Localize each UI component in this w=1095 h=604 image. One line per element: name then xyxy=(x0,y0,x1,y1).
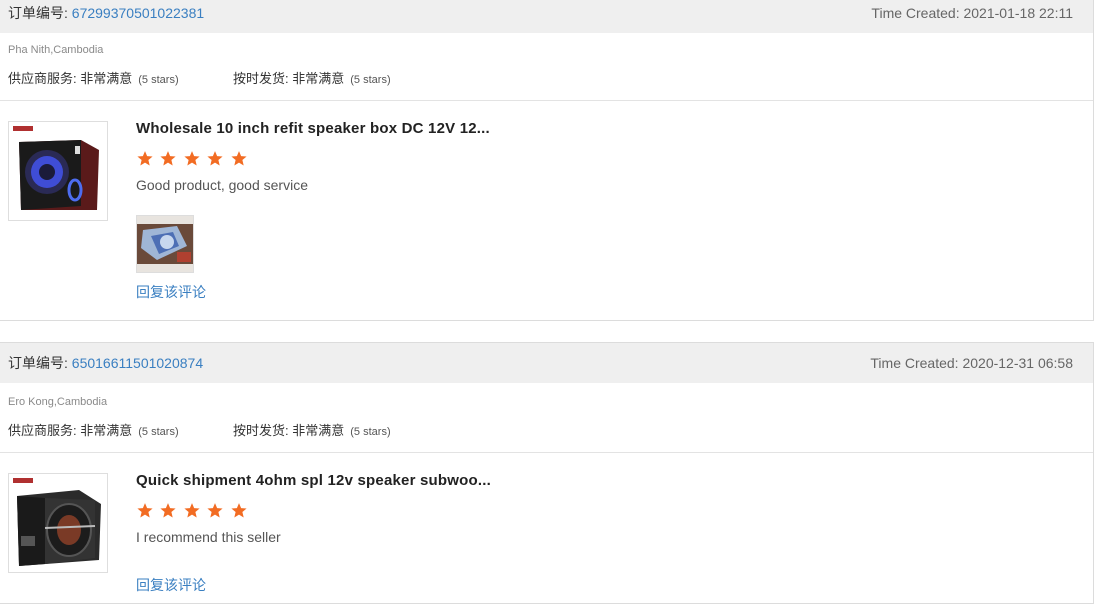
review-comment: Good product, good service xyxy=(136,177,308,193)
review-card: 订单编号: 65016611501020874 Time Created: 20… xyxy=(0,342,1094,604)
divider xyxy=(0,100,1093,101)
shipping-value: 非常满意 xyxy=(292,423,345,438)
order-header: 订单编号: 65016611501020874 Time Created: 20… xyxy=(0,343,1093,383)
shipping-stars: (5 stars) xyxy=(350,426,391,438)
review-photo[interactable] xyxy=(136,215,194,273)
star-icon xyxy=(184,151,200,166)
supplier-service-label: 供应商服务: xyxy=(8,423,77,438)
shipping-label: 按时发货: xyxy=(233,71,289,86)
order-number-link[interactable]: 65016611501020874 xyxy=(72,355,203,371)
review-card: 订单编号: 67299370501022381 Time Created: 20… xyxy=(0,0,1094,321)
star-icon xyxy=(137,151,153,166)
supplier-service-stars: (5 stars) xyxy=(138,426,179,438)
product-thumbnail[interactable] xyxy=(8,121,108,221)
order-label: 订单编号: xyxy=(8,355,68,371)
order-number-row: 订单编号: 67299370501022381 xyxy=(8,0,204,26)
star-icon xyxy=(231,151,247,166)
time-created: Time Created: 2021-01-18 22:11 xyxy=(871,5,1073,21)
star-icon xyxy=(184,503,200,518)
buyer-location: Ero Kong,Cambodia xyxy=(8,396,108,408)
shipping-value: 非常满意 xyxy=(292,71,345,86)
star-icon xyxy=(207,503,223,518)
product-title[interactable]: Wholesale 10 inch refit speaker box DC 1… xyxy=(136,120,490,137)
shipping-stars: (5 stars) xyxy=(350,74,391,86)
order-number-link[interactable]: 67299370501022381 xyxy=(72,5,204,21)
star-icon xyxy=(207,151,223,166)
shipping-label: 按时发货: xyxy=(233,423,289,438)
star-icon xyxy=(160,503,177,518)
product-title[interactable]: Quick shipment 4ohm spl 12v speaker subw… xyxy=(136,472,491,489)
supplier-service-stars: (5 stars) xyxy=(138,74,179,86)
time-created: Time Created: 2020-12-31 06:58 xyxy=(870,355,1073,371)
order-header: 订单编号: 67299370501022381 Time Created: 20… xyxy=(0,0,1093,33)
star-icon xyxy=(137,503,153,518)
star-rating xyxy=(136,150,249,172)
review-comment: I recommend this seller xyxy=(136,529,281,545)
supplier-service-value: 非常满意 xyxy=(80,423,133,438)
reply-to-review-link[interactable]: 回复该评论 xyxy=(136,282,206,302)
seller-ratings: 供应商服务: 非常满意 (5 stars) 按时发货: 非常满意 (5 stars) xyxy=(8,420,391,439)
order-number-row: 订单编号: 65016611501020874 xyxy=(8,343,203,383)
product-thumbnail[interactable] xyxy=(8,473,108,573)
divider xyxy=(0,452,1093,453)
reply-to-review-link[interactable]: 回复该评论 xyxy=(136,575,206,595)
star-rating xyxy=(136,502,249,524)
seller-ratings: 供应商服务: 非常满意 (5 stars) 按时发货: 非常满意 (5 stars) xyxy=(8,68,391,87)
card-spacer xyxy=(0,321,1095,342)
supplier-service-label: 供应商服务: xyxy=(8,71,77,86)
speaker-box-image xyxy=(13,126,99,210)
supplier-service-value: 非常满意 xyxy=(80,71,133,86)
star-icon xyxy=(160,151,177,166)
subwoofer-box-image xyxy=(13,478,101,566)
buyer-location: Pha Nith,Cambodia xyxy=(8,44,104,56)
review-photo-image xyxy=(137,216,193,272)
order-label: 订单编号: xyxy=(8,5,68,21)
star-icon xyxy=(231,503,247,518)
